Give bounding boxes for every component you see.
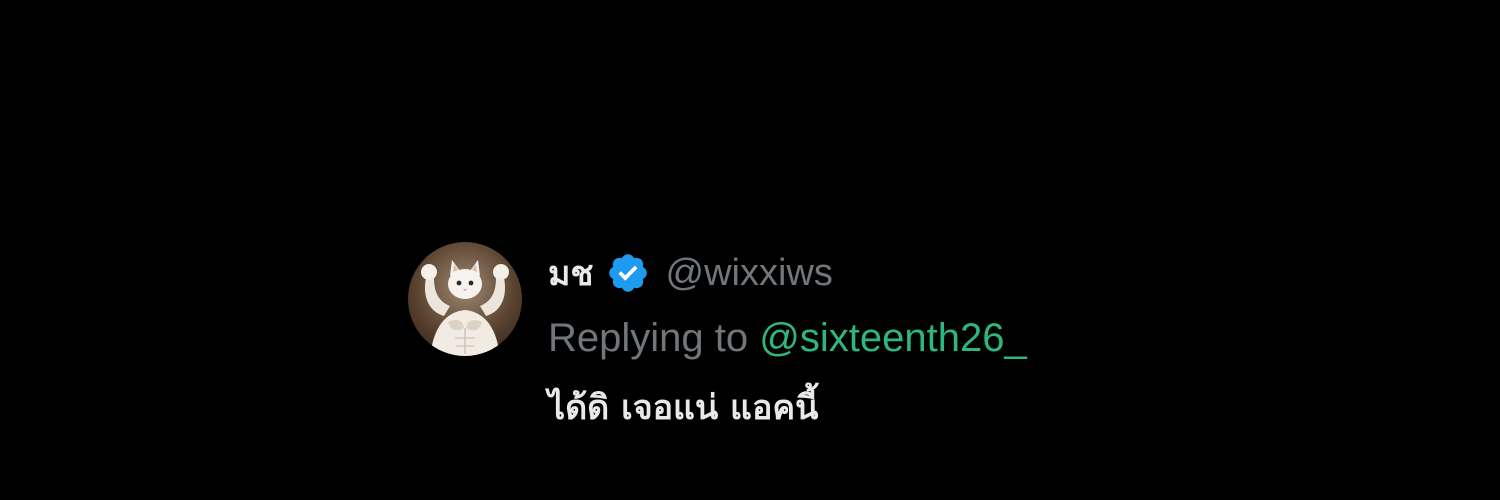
display-name[interactable]: มช xyxy=(548,246,594,300)
tweet-text: ได้ดิ เจอแน่ แอคนี้ xyxy=(548,388,819,428)
avatar[interactable] xyxy=(408,242,522,356)
replying-to-label: Replying to xyxy=(548,316,749,360)
username-handle[interactable]: @wixxiws xyxy=(666,252,833,295)
verified-badge-icon xyxy=(606,251,650,295)
tweet-card: มช @wixxiws Replying to @sixteenth26_ ได… xyxy=(408,240,1308,440)
reply-mention-link[interactable]: @sixteenth26_ xyxy=(759,316,1026,360)
tweet-header: มช @wixxiws xyxy=(548,248,833,298)
replying-to-line: Replying to @sixteenth26_ xyxy=(548,316,1027,361)
muscular-cat-icon xyxy=(421,260,509,356)
screen: มช @wixxiws Replying to @sixteenth26_ ได… xyxy=(0,0,1500,500)
